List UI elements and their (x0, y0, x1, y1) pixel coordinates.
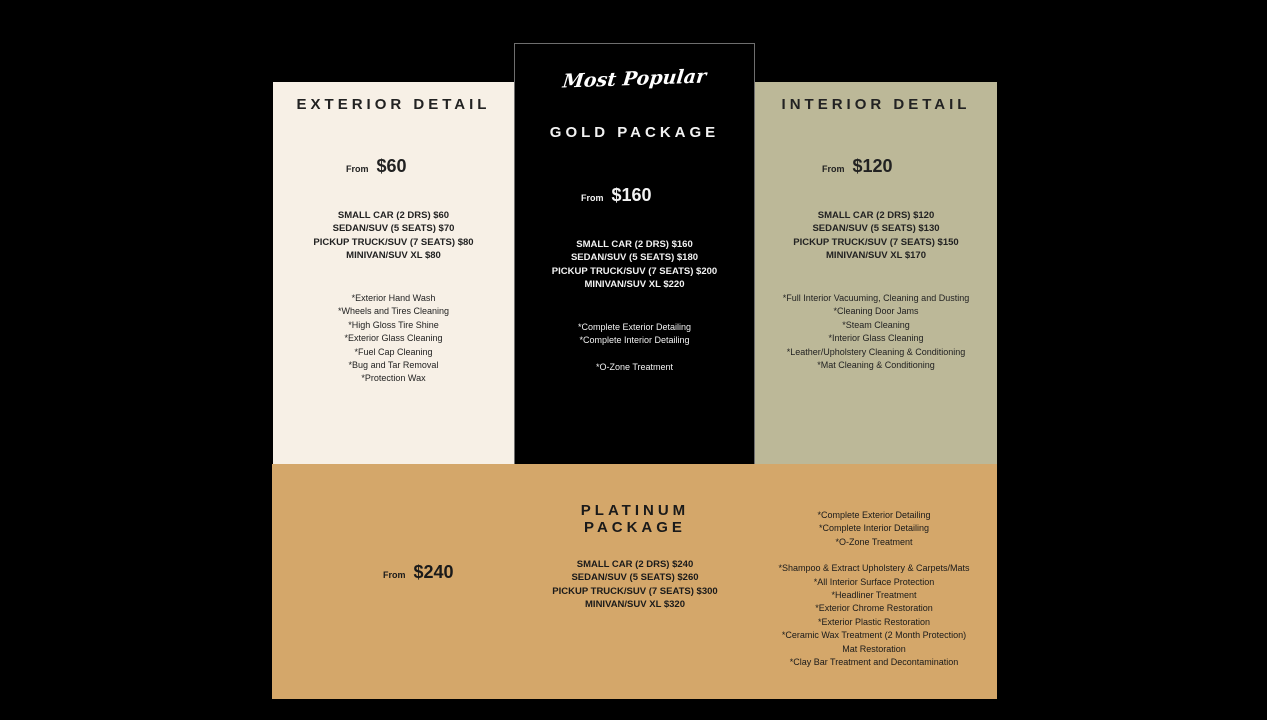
exterior-price-row: From $60 (346, 156, 407, 177)
interior-detail-card: INTERIOR DETAIL From $120 SMALL CAR (2 D… (755, 82, 997, 464)
feature-item: *Bug and Tar Removal (348, 360, 439, 371)
interior-price: $120 (852, 156, 893, 176)
feature-item: *Ceramic Wax Treatment (2 Month Protecti… (781, 630, 967, 641)
size-item: PICKUP TRUCK/SUV (7 SEATS) $300 (552, 585, 718, 597)
platinum-feature-list: *Complete Exterior Detailing *Complete I… (759, 509, 989, 669)
feature-item: *Mat Cleaning & Conditioning (817, 360, 935, 371)
feature-item: Mat Restoration (842, 643, 906, 654)
exterior-size-list: SMALL CAR (2 DRS) $60 SEDAN/SUV (5 SEATS… (273, 209, 514, 263)
feature-item: *Complete Interior Detailing (818, 523, 930, 534)
interior-size-list: SMALL CAR (2 DRS) $120 SEDAN/SUV (5 SEAT… (755, 209, 997, 263)
interior-feature-list: *Full Interior Vacuuming, Cleaning and D… (755, 292, 997, 372)
exterior-feature-list: *Exterior Hand Wash *Wheels and Tires Cl… (273, 292, 514, 386)
feature-item: *O-Zone Treatment (595, 361, 674, 372)
most-popular-badge: Most Popular (561, 65, 708, 93)
feature-item: *Headliner Treatment (831, 590, 917, 601)
platinum-price-row: From $240 (383, 562, 454, 583)
exterior-title: EXTERIOR DETAIL (296, 96, 491, 113)
interior-price-row: From $120 (822, 156, 893, 177)
size-item: PICKUP TRUCK/SUV (7 SEATS) $150 (793, 236, 959, 248)
feature-item: *Full Interior Vacuuming, Cleaning and D… (782, 293, 970, 303)
gold-feature-list: *Complete Exterior Detailing *Complete I… (515, 321, 754, 374)
gold-from-label: From (581, 193, 604, 203)
feature-item: *Steam Cleaning (842, 319, 910, 330)
size-item: PICKUP TRUCK/SUV (7 SEATS) $80 (313, 236, 474, 248)
interior-from-label: From (822, 164, 845, 174)
size-item: MINIVAN/SUV XL $320 (585, 599, 685, 611)
platinum-package-card: PLATINUM PACKAGE From $240 SMALL CAR (2 … (272, 464, 997, 699)
feature-item: *Cleaning Door Jams (833, 306, 919, 317)
size-item: SEDAN/SUV (5 SEATS) $180 (570, 252, 699, 264)
feature-item: *Clay Bar Treatment and Decontamination (789, 657, 959, 668)
gold-size-list: SMALL CAR (2 DRS) $160 SEDAN/SUV (5 SEAT… (515, 238, 754, 292)
feature-item: *Complete Exterior Detailing (817, 510, 931, 520)
feature-item: *Exterior Chrome Restoration (815, 603, 933, 614)
platinum-size-list: SMALL CAR (2 DRS) $240 SEDAN/SUV (5 SEAT… (534, 558, 736, 612)
feature-item: *High Gloss Tire Shine (348, 319, 439, 330)
pricing-section: EXTERIOR DETAIL From $60 SMALL CAR (2 DR… (0, 0, 1267, 720)
feature-item: *Exterior Hand Wash (351, 293, 436, 303)
feature-item: *Shampoo & Extract Upholstery & Carpets/… (778, 563, 970, 574)
exterior-from-label: From (346, 164, 369, 174)
size-item: SMALL CAR (2 DRS) $120 (817, 210, 935, 221)
size-item: MINIVAN/SUV XL $80 (346, 250, 441, 262)
platinum-from-label: From (383, 570, 406, 580)
feature-item: *Protection Wax (361, 373, 426, 384)
feature-item: *Complete Interior Detailing (579, 335, 690, 346)
exterior-detail-card: EXTERIOR DETAIL From $60 SMALL CAR (2 DR… (273, 82, 514, 464)
gold-title: GOLD PACKAGE (549, 124, 720, 141)
platinum-price: $240 (413, 562, 454, 582)
interior-title: INTERIOR DETAIL (781, 96, 971, 113)
feature-item: *All Interior Surface Protection (813, 576, 935, 587)
size-item: SMALL CAR (2 DRS) $240 (576, 559, 694, 570)
gold-price-row: From $160 (581, 185, 652, 206)
gold-package-card: Most Popular GOLD PACKAGE From $160 SMAL… (514, 43, 755, 464)
size-item: SEDAN/SUV (5 SEATS) $260 (571, 572, 699, 584)
feature-item: *Exterior Plastic Restoration (817, 616, 931, 627)
feature-item: *Wheels and Tires Cleaning (337, 306, 450, 317)
feature-item: *Fuel Cap Cleaning (354, 346, 433, 357)
feature-item: *Exterior Glass Cleaning (344, 333, 443, 344)
feature-item: *Leather/Upholstery Cleaning & Condition… (786, 346, 966, 357)
size-item: MINIVAN/SUV XL $220 (584, 279, 685, 291)
size-item: SMALL CAR (2 DRS) $60 (337, 210, 450, 221)
size-item: SEDAN/SUV (5 SEATS) $70 (332, 223, 455, 235)
feature-item: *Complete Exterior Detailing (577, 322, 692, 332)
size-item: SEDAN/SUV (5 SEATS) $130 (812, 223, 940, 235)
feature-item: *O-Zone Treatment (835, 536, 913, 547)
gold-price: $160 (611, 185, 652, 205)
size-item: SMALL CAR (2 DRS) $160 (576, 239, 693, 250)
exterior-price: $60 (376, 156, 407, 176)
size-item: MINIVAN/SUV XL $170 (826, 250, 926, 262)
size-item: PICKUP TRUCK/SUV (7 SEATS) $200 (551, 265, 718, 277)
platinum-title: PLATINUM PACKAGE (580, 502, 690, 536)
feature-item: *Interior Glass Cleaning (828, 333, 924, 344)
